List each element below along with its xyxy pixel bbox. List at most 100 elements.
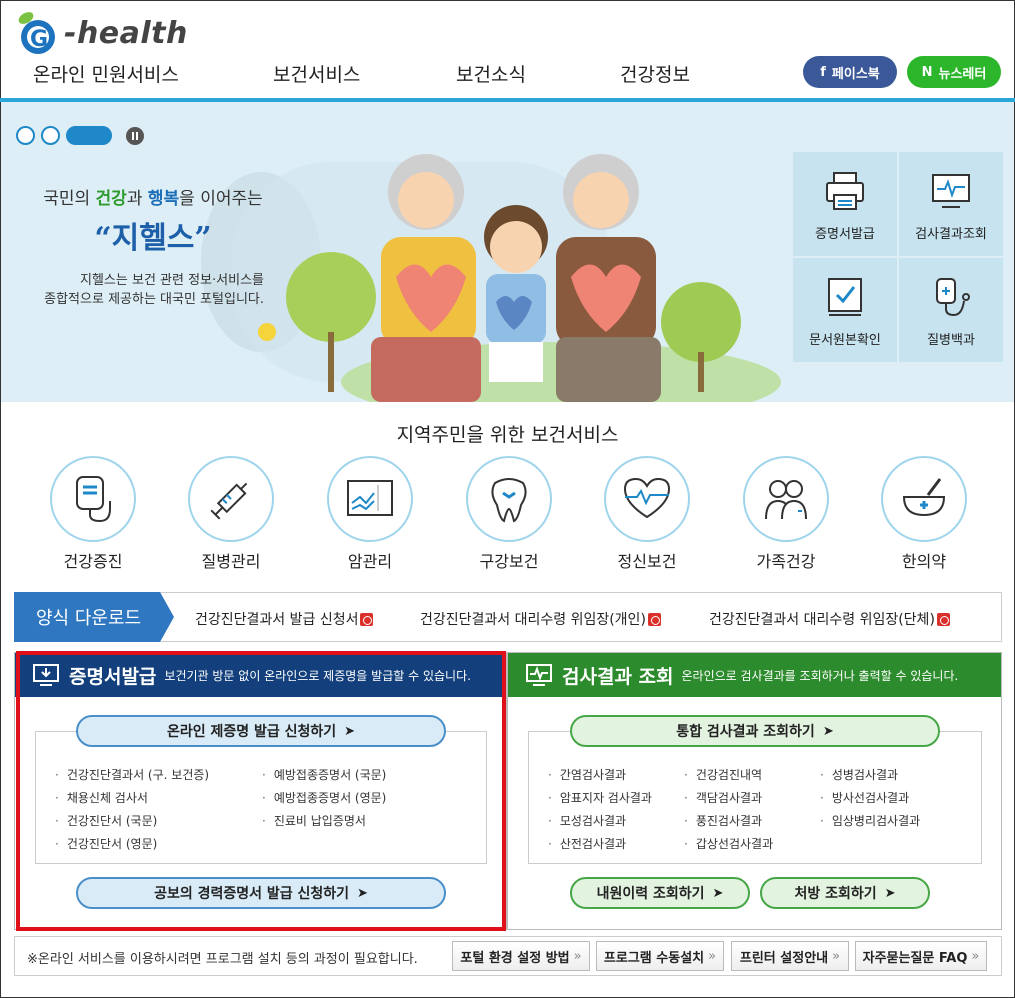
service-label: 구강보건 — [479, 552, 539, 571]
quick-result-lookup-label: 검사결과조회 — [915, 226, 987, 242]
result-item[interactable]: 풍진검사결과 — [684, 812, 762, 829]
slogan-desc-line-2: 종합적으로 제공하는 대국민 포털입니다. — [44, 292, 264, 307]
nav-health-service[interactable]: 보건서비스 — [273, 60, 360, 87]
quick-doc-verify-label: 문서원본확인 — [809, 332, 881, 348]
slogan-description: 지헬스는 보건 관련 정보·서비스를 종합적으로 제공하는 대국민 포털입니다. — [28, 271, 278, 309]
service-circle — [604, 456, 690, 542]
double-chevron-icon: » — [708, 948, 717, 964]
service-label: 암관리 — [347, 552, 393, 571]
site-logo[interactable]: G -health — [12, 10, 188, 56]
newsletter-label: 뉴스레터 — [938, 66, 987, 82]
service-circle — [188, 456, 274, 542]
double-chevron-icon: » — [573, 948, 582, 964]
arrow-right-icon: ➤ — [822, 723, 834, 739]
service-circle — [881, 456, 967, 542]
prescription-button[interactable]: 처방 조회하기 ➤ — [760, 877, 930, 909]
form-link-application[interactable]: 건강진단결과서 발급 신청서 — [195, 609, 374, 629]
newsletter-button[interactable]: N 뉴스레터 — [907, 56, 1001, 88]
manual-install-label: 프로그램 수동설치 — [603, 950, 705, 966]
svg-text:G: G — [30, 27, 48, 52]
form-link-proxy-group[interactable]: 건강진단결과서 대리수령 위임장(단체) — [709, 609, 950, 629]
result-panel-subtitle: 온라인으로 검사결과를 조회하거나 출력할 수 있습니다. — [681, 668, 959, 683]
visit-history-button[interactable]: 내원이력 조회하기 ➤ — [570, 877, 750, 909]
slide-dot-3[interactable] — [66, 126, 112, 145]
service-family-health[interactable]: 가족건강 — [740, 456, 832, 572]
quick-result-lookup[interactable]: 검사결과조회 — [899, 152, 1003, 256]
result-item[interactable]: 모성검사결과 — [548, 812, 626, 829]
service-circle — [50, 456, 136, 542]
result-item[interactable]: 건강검진내역 — [684, 766, 762, 783]
slogan-pre: 국민의 — [43, 189, 96, 209]
monitor-chart-icon — [347, 480, 393, 516]
result-item[interactable]: 임상병리검사결과 — [820, 812, 920, 829]
slogan-desc-line-1: 지헬스는 보건 관련 정보·서비스를 — [80, 273, 264, 288]
result-item[interactable]: 방사선검사결과 — [820, 789, 909, 806]
heart-pulse-icon — [623, 477, 671, 519]
service-disease-control[interactable]: 질병관리 — [185, 456, 277, 572]
result-item[interactable]: 암표지자 검사결과 — [548, 789, 652, 806]
service-circle — [743, 456, 829, 542]
portal-setup-label: 포털 환경 설정 방법 — [460, 950, 570, 966]
pause-icon[interactable] — [126, 126, 144, 145]
slogan-post: 을 이어주는 — [179, 189, 263, 209]
hwp-file-icon — [647, 612, 661, 626]
mortar-icon — [902, 478, 946, 517]
banner-slogan: 국민의 건강과 행복을 이어주는 “지헬스” 지헬스는 보건 관련 정보·서비스… — [28, 184, 278, 309]
prescription-label: 처방 조회하기 — [794, 886, 877, 902]
printer-icon — [826, 171, 864, 210]
slide-dot-1[interactable] — [16, 126, 35, 145]
quick-cert-issue[interactable]: 증명서발급 — [793, 152, 897, 256]
printer-setup-button[interactable]: 프린터 설정안내» — [731, 941, 849, 971]
facebook-button[interactable]: f 페이스북 — [803, 56, 897, 88]
faq-button[interactable]: 자주묻는질문 FAQ» — [855, 941, 987, 971]
quick-disease-encyclopedia[interactable]: 질병백과 — [899, 258, 1003, 362]
service-mental-health[interactable]: 정신보건 — [601, 456, 693, 572]
nav-health-news[interactable]: 보건소식 — [456, 60, 526, 87]
service-label: 질병관리 — [201, 552, 261, 571]
service-oral-health[interactable]: 구강보건 — [463, 456, 555, 572]
result-panel-title: 검사결과 조회 — [562, 665, 674, 688]
printer-setup-label: 프린터 설정안내 — [739, 950, 829, 966]
portal-setup-button[interactable]: 포털 환경 설정 방법» — [452, 941, 590, 971]
monitor-pulse-icon — [526, 664, 552, 686]
form-link-label: 건강진단결과서 대리수령 위임장(개인) — [420, 612, 646, 628]
service-oriental-medicine[interactable]: 한의약 — [878, 456, 970, 572]
double-chevron-icon: » — [832, 948, 841, 964]
form-link-proxy-individual[interactable]: 건강진단결과서 대리수령 위임장(개인) — [420, 609, 661, 629]
service-cancer-care[interactable]: 암관리 — [324, 456, 416, 572]
slogan-health: 건강 — [95, 189, 127, 209]
nav-online-civil[interactable]: 온라인 민원서비스 — [33, 60, 179, 87]
service-circle — [327, 456, 413, 542]
tooth-icon — [491, 478, 527, 523]
result-item[interactable]: 성병검사결과 — [820, 766, 898, 783]
nav-health-info[interactable]: 건강정보 — [620, 60, 690, 87]
syringe-icon — [210, 482, 248, 520]
unified-result-label: 통합 검사결과 조회하기 — [676, 724, 815, 740]
iv-bag-icon — [936, 277, 970, 316]
document-check-icon — [828, 277, 862, 316]
install-notice: ※온라인 서비스를 이용하시려면 프로그램 설치 등의 과정이 필요합니다. — [27, 952, 418, 967]
visit-history-label: 내원이력 조회하기 — [596, 886, 705, 902]
faq-label: 자주묻는질문 FAQ — [862, 950, 968, 966]
result-item[interactable]: 산전검사결과 — [548, 835, 626, 852]
logo-text: -health — [64, 15, 188, 51]
facebook-label: 페이스북 — [831, 66, 880, 82]
monitor-pulse-icon — [932, 173, 970, 208]
result-item[interactable]: 갑상선검사결과 — [684, 835, 773, 852]
service-health-promotion[interactable]: 건강증진 — [47, 456, 139, 572]
service-label: 건강증진 — [63, 552, 123, 571]
result-item[interactable]: 간염검사결과 — [548, 766, 626, 783]
service-label: 가족건강 — [756, 552, 816, 571]
slogan-name: “지헬스” — [94, 221, 212, 256]
slogan-happiness: 행복 — [147, 189, 180, 209]
double-chevron-icon: » — [971, 948, 980, 964]
arrow-right-icon: ➤ — [884, 885, 896, 901]
manual-install-button[interactable]: 프로그램 수동설치» — [596, 941, 724, 971]
facebook-icon: f — [820, 64, 826, 80]
quick-doc-verify[interactable]: 문서원본확인 — [793, 258, 897, 362]
slide-dot-2[interactable] — [41, 126, 60, 145]
service-label: 정신보건 — [617, 552, 677, 571]
result-lookup-panel: 검사결과 조회 온라인으로 검사결과를 조회하거나 출력할 수 있습니다. 통합… — [507, 652, 1002, 930]
result-item[interactable]: 객담검사결과 — [684, 789, 762, 806]
unified-result-button[interactable]: 통합 검사결과 조회하기 ➤ — [570, 715, 940, 747]
